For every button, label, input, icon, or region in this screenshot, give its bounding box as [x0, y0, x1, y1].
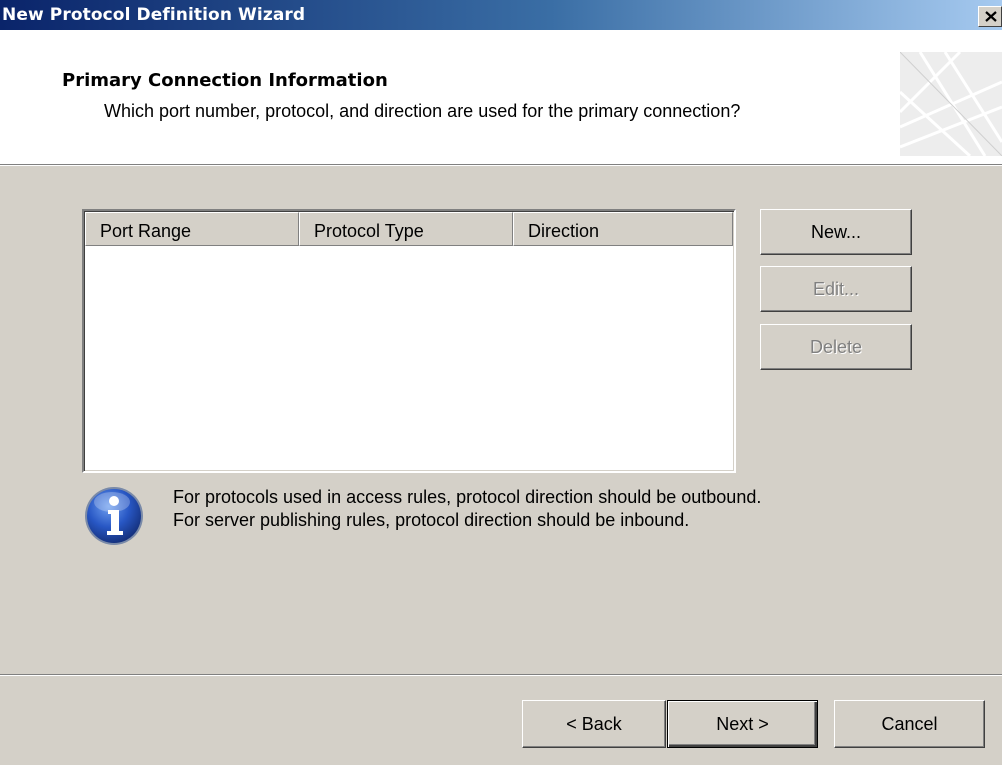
new-button[interactable]: New...: [760, 209, 912, 255]
info-icon: [85, 487, 143, 545]
column-header-protocol-type[interactable]: Protocol Type: [299, 212, 513, 246]
wizard-banner-graphic: [900, 52, 1002, 156]
close-icon: [985, 11, 997, 22]
info-line-server-publishing: For server publishing rules, protocol di…: [173, 510, 690, 530]
window-title: New Protocol Definition Wizard: [2, 5, 306, 25]
info-message: For protocols used in access rules, prot…: [173, 486, 761, 532]
list-body[interactable]: [85, 246, 733, 470]
protocol-list[interactable]: Port Range Protocol Type Direction: [82, 209, 736, 473]
next-button[interactable]: Next >: [667, 700, 818, 748]
delete-button[interactable]: Delete: [760, 324, 912, 370]
info-line-access-rules: For protocols used in access rules, prot…: [173, 487, 762, 507]
column-header-direction[interactable]: Direction: [513, 212, 733, 246]
wizard-header: Primary Connection Information Which por…: [0, 30, 1002, 164]
page-subtitle: Which port number, protocol, and directi…: [104, 101, 741, 121]
column-header-port-range[interactable]: Port Range: [85, 212, 299, 246]
back-button[interactable]: < Back: [522, 700, 666, 748]
header-divider: [0, 164, 1002, 166]
list-header: Port Range Protocol Type Direction: [85, 212, 733, 246]
close-button[interactable]: [978, 6, 1002, 27]
page-title: Primary Connection Information: [62, 70, 388, 91]
title-bar: New Protocol Definition Wizard: [0, 0, 1002, 30]
footer-divider: [0, 674, 1002, 676]
edit-button[interactable]: Edit...: [760, 266, 912, 312]
cancel-button[interactable]: Cancel: [834, 700, 985, 748]
